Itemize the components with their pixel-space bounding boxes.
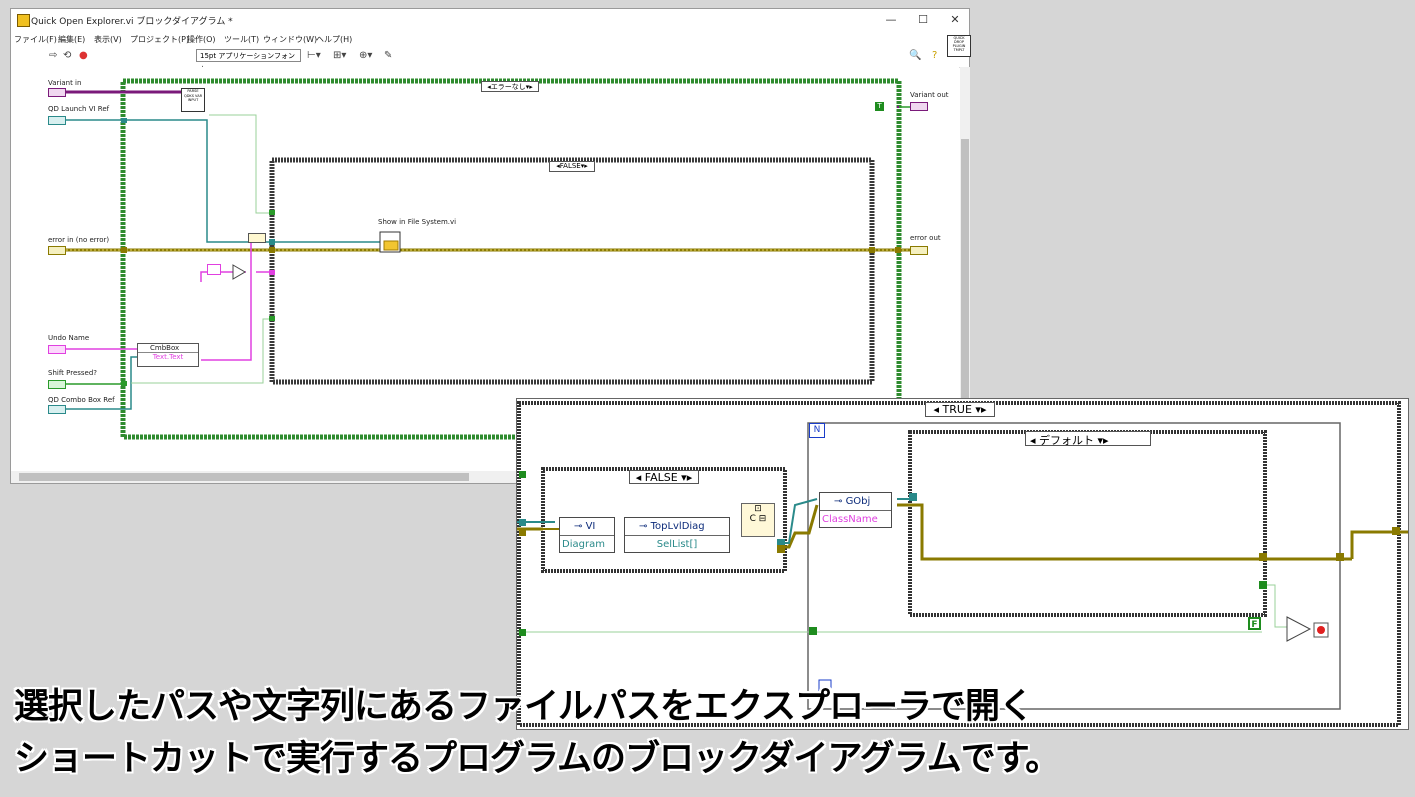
class-cast-icon[interactable]: ⊡ C ⊟ xyxy=(741,503,775,537)
inner-false-selector[interactable]: ◂ FALSE ▾▸ xyxy=(629,470,699,484)
minimize-button[interactable]: — xyxy=(877,12,905,28)
qd-launch-vi-ref-label: QD Launch VI Ref xyxy=(48,105,110,113)
caption-line-2: ショートカットで実行するプログラムのブロックダイアグラムです。 xyxy=(14,739,1060,779)
search-icon[interactable]: 🔍 xyxy=(909,50,921,61)
variant-out-terminal[interactable] xyxy=(910,102,928,111)
menu-tools[interactable]: ツール(T) xyxy=(224,34,259,45)
menu-view[interactable]: 表示(V) xyxy=(94,34,122,45)
default-case-label: デフォルト xyxy=(1039,434,1095,447)
help-icon[interactable]: ? xyxy=(932,50,937,61)
vi-node-name: ⊸ VI xyxy=(574,521,596,532)
string-constant-icon[interactable] xyxy=(207,264,221,275)
default-case-selector[interactable]: ◂ デフォルト ▾▸ xyxy=(1025,431,1151,447)
error-case-label: エラーなし xyxy=(490,83,526,91)
true-case-label: TRUE xyxy=(942,403,972,416)
labview-app-icon xyxy=(17,14,30,27)
cmbbox-name: CmbBox xyxy=(150,344,180,352)
parse-node[interactable]: PARSE QDKS VAR INPUT xyxy=(181,88,205,112)
variant-in-label: Variant in xyxy=(48,79,82,87)
align-icon[interactable]: ⊢▾ xyxy=(307,50,321,61)
path-conversion-icon[interactable] xyxy=(248,233,266,243)
error-case-selector[interactable]: ◂エラーなし▾▸ xyxy=(481,81,539,92)
cmbbox-property-node[interactable]: CmbBox Text.Text xyxy=(137,343,199,367)
menu-help[interactable]: ヘルプ(H) xyxy=(316,34,352,45)
toplvldiag-node-text: TopLvlDiag xyxy=(650,521,705,532)
error-out-label: error out xyxy=(910,234,941,242)
false-case-selector[interactable]: ◂FALSE▾▸ xyxy=(549,161,595,172)
qd-combo-box-ref-label: QD Combo Box Ref xyxy=(48,396,115,404)
shift-pressed-terminal[interactable] xyxy=(48,380,66,389)
toplvldiag-property-node[interactable]: ⊸ TopLvlDiag SelList[] xyxy=(624,517,730,553)
font-selector[interactable]: 15pt アプリケーションフォント ▾ xyxy=(196,49,301,73)
toolbar: ⇨ ⟲ ● ⊢▾ ⊞▾ ⊕▾ ✎ 🔍 ? QUICK DROP PLUGIN T… xyxy=(11,35,971,68)
undo-name-terminal[interactable] xyxy=(48,345,66,354)
qd-combo-box-ref-terminal[interactable] xyxy=(48,405,66,414)
cleanup-icon[interactable]: ✎ xyxy=(384,50,392,61)
close-button[interactable]: ✕ xyxy=(941,12,969,28)
distribute-icon[interactable]: ⊞▾ xyxy=(333,50,346,61)
abort-icon[interactable]: ● xyxy=(79,50,88,61)
variant-in-terminal[interactable] xyxy=(48,88,66,97)
toplvldiag-node-name: ⊸ TopLvlDiag xyxy=(639,521,705,532)
menu-window[interactable]: ウィンドウ(W) xyxy=(263,34,317,45)
run-arrow-icon[interactable]: ⇨ xyxy=(49,50,57,61)
title-bar: Quick Open Explorer.vi ブロックダイアグラム * — ☐ … xyxy=(11,9,969,33)
menu-file[interactable]: ファイル(F) xyxy=(14,34,57,45)
gobj-property-node[interactable]: ⊸ GObj ClassName xyxy=(819,492,892,528)
toplvldiag-node-property: SelList[] xyxy=(625,535,729,553)
subvi-label: Show in File System.vi xyxy=(378,218,457,226)
true-case-selector[interactable]: ◂ TRUE ▾▸ xyxy=(925,402,995,417)
shift-pressed-label: Shift Pressed? xyxy=(48,369,98,377)
qd-plugin-badge: QUICK DROP PLUGIN TMPLT xyxy=(947,35,971,57)
menu-operate[interactable]: 操作(O) xyxy=(187,34,216,45)
gobj-node-property: ClassName xyxy=(820,510,891,528)
error-out-terminal[interactable] xyxy=(910,246,928,255)
window-title: Quick Open Explorer.vi ブロックダイアグラム * xyxy=(31,17,233,27)
vi-node-text: VI xyxy=(585,521,596,532)
cmbbox-property: Text.Text xyxy=(138,352,198,361)
caption-line-1: 選択したパスや文字列にあるファイルパスをエクスプローラで開く xyxy=(14,687,1034,727)
menu-bar: ファイル(F) 編集(E) 表示(V) プロジェクト(P) 操作(O) ツール(… xyxy=(11,33,969,47)
false-case-label: FALSE xyxy=(559,162,581,170)
error-in-terminal[interactable] xyxy=(48,246,66,255)
error-in-label: error in (no error) xyxy=(48,236,110,244)
horizontal-scroll-thumb[interactable] xyxy=(19,473,469,481)
n-terminal[interactable]: N xyxy=(809,423,825,438)
menu-edit[interactable]: 編集(E) xyxy=(58,34,85,45)
gobj-node-text: GObj xyxy=(845,496,871,507)
maximize-button[interactable]: ☐ xyxy=(909,12,937,28)
undo-name-label: Undo Name xyxy=(48,334,90,342)
menu-project[interactable]: プロジェクト(P) xyxy=(130,34,189,45)
variant-out-label: Variant out xyxy=(910,91,949,99)
true-constant[interactable]: T xyxy=(875,102,884,111)
inner-false-label: FALSE xyxy=(644,471,678,484)
false-constant[interactable]: F xyxy=(1248,617,1261,630)
vi-node-property: Diagram xyxy=(560,535,614,553)
reorder-icon[interactable]: ⊕▾ xyxy=(359,50,372,61)
gobj-node-name: ⊸ GObj xyxy=(834,496,871,507)
run-continuous-icon[interactable]: ⟲ xyxy=(63,50,71,61)
qd-launch-vi-ref-terminal[interactable] xyxy=(48,116,66,125)
vi-property-node[interactable]: ⊸ VI Diagram xyxy=(559,517,615,553)
